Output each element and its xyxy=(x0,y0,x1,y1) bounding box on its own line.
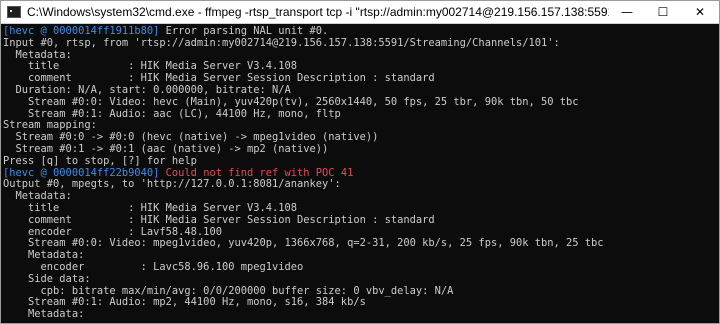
minimize-button[interactable]: — xyxy=(609,1,645,23)
window-controls: — ☐ ✕ xyxy=(609,1,719,23)
console-line: Stream #0:0: Video: hevc (Main), yuv420p… xyxy=(3,95,579,108)
log-error-message: Could not find ref with POC 41 xyxy=(159,166,354,179)
console-output[interactable]: [hevc @ 0000014ff1911b80] Error parsing … xyxy=(1,24,719,321)
output-info-block: Output #0, mpegts, to 'http://127.0.0.1:… xyxy=(3,179,719,321)
console-line: Metadata: xyxy=(3,308,85,321)
console-line: Input #0, rtsp, from 'rtsp://admin:my002… xyxy=(3,36,560,49)
cmd-icon xyxy=(7,6,21,18)
console-line: Output #0, mpegts, to 'http://127.0.0.1:… xyxy=(3,178,341,191)
console-line: title : HIK Media Server V3.4.108 xyxy=(3,201,298,214)
console-line: Stream #0:0: Video: mpeg1video, yuv420p,… xyxy=(3,237,604,250)
window-title: C:\Windows\system32\cmd.exe - ffmpeg -rt… xyxy=(27,5,609,19)
console-line: Side data: xyxy=(3,272,91,285)
console-line: comment : HIK Media Server Session Descr… xyxy=(3,213,435,226)
title-bar[interactable]: C:\Windows\system32\cmd.exe - ffmpeg -rt… xyxy=(1,1,719,24)
console-line: Stream #0:1 -> #0:1 (aac (native) -> mp2… xyxy=(3,142,329,155)
cmd-window: C:\Windows\system32\cmd.exe - ffmpeg -rt… xyxy=(0,0,720,324)
console-line: Stream #0:1: Audio: mp2, 44100 Hz, mono,… xyxy=(3,296,366,309)
close-button[interactable]: ✕ xyxy=(681,1,719,23)
log-tag: [hevc @ 0000014ff22b9040] xyxy=(3,166,160,179)
log-tag: [hevc @ 0000014ff1911b80] xyxy=(3,25,160,37)
input-info-block: Input #0, rtsp, from 'rtsp://admin:my002… xyxy=(3,36,719,168)
console-line: Duration: N/A, start: 0.000000, bitrate:… xyxy=(3,83,291,96)
log-message: Error parsing NAL unit #0. xyxy=(159,25,329,37)
console-line: encoder : Lavc58.96.100 mpeg1video xyxy=(3,260,304,273)
maximize-button[interactable]: ☐ xyxy=(645,1,681,23)
console-line: Stream #0:1: Audio: aac (LC), 44100 Hz, … xyxy=(3,107,341,120)
